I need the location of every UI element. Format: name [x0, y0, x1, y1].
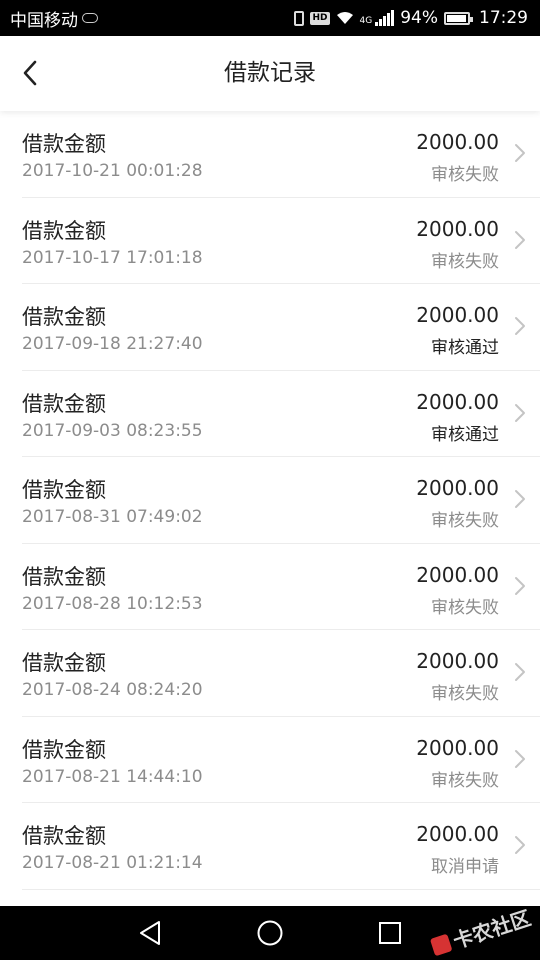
record-status: 审核通过 [431, 424, 499, 445]
chevron-right-icon [515, 576, 525, 595]
app-header: 借款记录 [0, 36, 540, 111]
record-row[interactable]: 借款金额 2017-10-21 00:01:28 2000.00 审核失败 [22, 111, 540, 198]
record-amount: 2000.00 [416, 822, 499, 846]
record-title: 借款金额 [22, 564, 106, 589]
chevron-right-icon [515, 490, 525, 508]
record-row[interactable]: 借款金额 2017-09-03 08:23:55 2000.00 审核通过 [22, 371, 540, 457]
record-title: 借款金额 [22, 478, 106, 502]
record-title: 借款金额 [22, 218, 106, 243]
record-amount: 2000.00 [416, 303, 499, 327]
triangle-back-icon [140, 921, 160, 945]
record-date: 2017-08-31 07:49:02 [22, 507, 203, 527]
status-bar: 中国移动 HD 4G 94% 17:29 [0, 0, 540, 36]
record-row[interactable]: 借款金额 2017-10-17 17:01:18 2000.00 审核失败 [22, 198, 540, 284]
record-status: 审核通过 [431, 338, 499, 358]
chevron-right-icon [515, 230, 525, 249]
record-date: 2017-10-21 00:01:28 [22, 161, 203, 181]
record-title: 借款金额 [22, 132, 106, 156]
record-row[interactable]: 借款金额 2017-08-28 10:12:53 2000.00 审核失败 [22, 544, 540, 630]
chevron-right-icon [515, 317, 525, 335]
record-title: 借款金额 [22, 305, 106, 329]
chevron-right-icon [515, 749, 525, 768]
hd-icon: HD [310, 11, 330, 25]
watermark-text: 卡农社区 [450, 905, 534, 954]
nav-back-button[interactable] [110, 906, 190, 960]
record-amount: 2000.00 [416, 562, 499, 587]
chevron-right-icon [515, 663, 525, 681]
record-status: 审核失败 [431, 511, 499, 531]
vibrate-icon [294, 10, 305, 26]
record-amount: 2000.00 [416, 476, 499, 500]
record-status: 审核失败 [431, 597, 499, 618]
loan-record-list[interactable]: 借款金额 2017-10-21 00:01:28 2000.00 审核失败 借款金额 20… [0, 111, 540, 906]
record-title: 借款金额 [22, 651, 106, 675]
record-title: 借款金额 [22, 824, 106, 848]
record-status: 审核失败 [431, 251, 499, 272]
watermark-logo: 卡农社区 [428, 902, 534, 961]
nav-recent-apps-button[interactable] [350, 906, 430, 960]
record-amount: 2000.00 [416, 216, 499, 241]
record-date: 2017-08-21 14:44:10 [22, 766, 203, 787]
navigation-bar: 卡农社区 [0, 906, 540, 960]
record-date: 2017-08-28 10:12:53 [22, 593, 203, 614]
nav-home-button[interactable] [230, 906, 310, 960]
record-row[interactable]: 借款金额 2017-08-21 14:44:10 2000.00 审核失败 [22, 717, 540, 803]
record-date: 2017-10-17 17:01:18 [22, 247, 203, 268]
cloud-icon [82, 13, 98, 23]
record-date: 2017-08-24 08:24:20 [22, 680, 203, 700]
battery-percent: 94% [400, 8, 438, 28]
record-status: 审核失败 [431, 684, 499, 704]
record-title: 借款金额 [22, 391, 106, 416]
battery-icon [444, 11, 473, 25]
square-recent-icon [379, 922, 401, 944]
clock-time: 17:29 [479, 8, 528, 28]
record-row[interactable]: 借款金额 2017-08-31 07:49:02 2000.00 审核失败 [22, 457, 540, 544]
chevron-right-icon [515, 836, 525, 854]
circle-home-icon [257, 920, 283, 946]
page-title: 借款记录 [224, 60, 316, 86]
record-amount: 2000.00 [416, 130, 499, 154]
record-title: 借款金额 [22, 737, 106, 762]
record-date: 2017-08-21 01:21:14 [22, 853, 203, 873]
record-status: 审核失败 [431, 770, 499, 791]
record-status: 取消申请 [431, 857, 499, 877]
watermark-mark-icon [429, 933, 453, 956]
status-left: 中国移动 [10, 6, 98, 31]
chevron-right-icon [515, 144, 525, 162]
record-amount: 2000.00 [416, 389, 499, 414]
carrier-name: 中国移动 [10, 10, 78, 31]
record-date: 2017-09-03 08:23:55 [22, 420, 203, 441]
record-amount: 2000.00 [416, 735, 499, 760]
wifi-icon [336, 12, 353, 24]
record-row[interactable]: 借款金额 2017-09-18 21:27:40 2000.00 审核通过 [22, 284, 540, 371]
record-row[interactable]: 借款金额 2017-08-24 08:24:20 2000.00 审核失败 [22, 630, 540, 717]
chevron-right-icon [515, 403, 525, 422]
record-amount: 2000.00 [416, 649, 499, 673]
status-right: HD 4G 94% 17:29 [288, 8, 528, 28]
record-status: 审核失败 [431, 165, 499, 185]
record-date: 2017-09-18 21:27:40 [22, 334, 203, 354]
network-type-label: 4G [359, 16, 373, 26]
signal-icon [374, 10, 395, 26]
record-row[interactable]: 借款金额 2017-08-21 01:21:14 2000.00 取消申请 [22, 803, 540, 890]
